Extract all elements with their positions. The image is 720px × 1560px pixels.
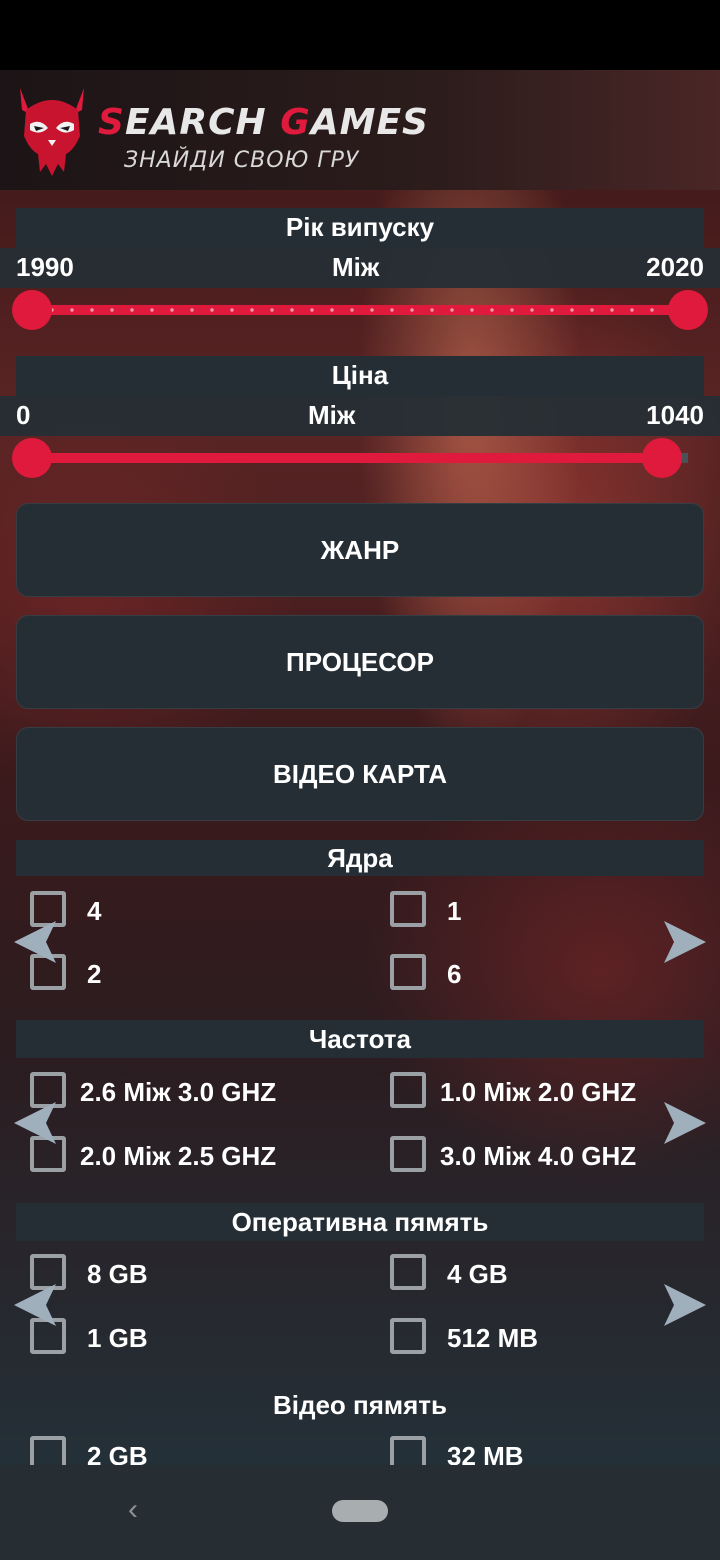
ram-next-chevron-right-icon[interactable] [660,1280,710,1330]
logo-letter-g: G [280,102,311,143]
home-pill-icon[interactable] [332,1500,388,1522]
frequency-checkbox-4[interactable] [390,1136,426,1172]
frequency-next-chevron-right-icon[interactable] [660,1098,710,1148]
frequency-label-3: 2.0 Між 2.5 GHZ [80,1141,277,1171]
logo-word-ames: AMES [310,102,429,143]
cores-prev-chevron-left-icon[interactable] [10,917,60,967]
cores-label-6: 6 [447,959,462,989]
year-slider-ticks [22,308,698,312]
price-slider-track[interactable] [32,453,662,463]
price-min-label: 0 [16,400,31,430]
app-header: SEARCH GAMES ЗНАЙДИ СВОЮ ГРУ [0,70,720,190]
app-logo-title: SEARCH GAMES [98,102,429,143]
price-between-label: Між [308,400,356,430]
ram-label-4gb: 4 GB [447,1259,508,1289]
app-screen: SEARCH GAMES ЗНАЙДИ СВОЮ ГРУ Рік випуску… [0,70,720,1465]
price-max-thumb[interactable] [642,438,682,478]
year-max-label: 2020 [646,252,704,282]
cores-checkbox-6[interactable] [390,954,426,990]
price-max-label: 1040 [646,400,704,430]
cores-label-4: 4 [87,896,102,926]
app-logo-subtitle: ЗНАЙДИ СВОЮ ГРУ [124,148,360,173]
vram-title: Відео пямять [272,1390,448,1420]
price-filter-title: Ціна [16,356,704,396]
back-icon[interactable]: ‹ [128,1493,138,1527]
year-max-thumb[interactable] [668,290,708,330]
skull-logo-icon [20,88,84,176]
ram-label-8gb: 8 GB [87,1259,148,1289]
logo-word-earch: EARCH [124,102,281,143]
ram-label-1gb: 1 GB [87,1323,148,1353]
processor-button[interactable]: ПРОЦЕСОР [16,615,704,709]
frequency-checkbox-2[interactable] [390,1072,426,1108]
year-filter-title: Рік випуску [16,208,704,248]
vram-checkbox-32mb[interactable] [390,1436,426,1465]
frequency-label-1: 2.6 Між 3.0 GHZ [80,1077,277,1107]
frequency-label-2: 1.0 Між 2.0 GHZ [440,1077,637,1107]
cores-label-2: 2 [87,959,102,989]
price-min-thumb[interactable] [12,438,52,478]
ram-checkbox-4gb[interactable] [390,1254,426,1290]
frequency-title: Частота [16,1020,704,1058]
frequency-label-4: 3.0 Між 4.0 GHZ [440,1141,637,1171]
frequency-prev-chevron-left-icon[interactable] [10,1098,60,1148]
cores-next-chevron-right-icon[interactable] [660,917,710,967]
cores-title: Ядра [16,840,704,876]
genre-button[interactable]: ЖАНР [16,503,704,597]
year-between-label: Між [332,252,380,282]
ram-prev-chevron-left-icon[interactable] [10,1280,60,1330]
ram-checkbox-512mb[interactable] [390,1318,426,1354]
logo-letter-s: S [98,102,125,143]
vram-label-32mb: 32 MB [447,1441,524,1465]
cores-label-1: 1 [447,896,462,926]
year-range-labels: 1990 Між 2020 [0,248,720,288]
vram-label-2gb: 2 GB [87,1441,148,1465]
video-card-button[interactable]: ВІДЕО КАРТА [16,727,704,821]
vram-checkbox-2gb[interactable] [30,1436,66,1465]
price-range-labels: 0 Між 1040 [0,396,720,436]
status-bar [0,0,720,70]
year-min-label: 1990 [16,252,74,282]
year-min-thumb[interactable] [12,290,52,330]
ram-label-512mb: 512 MB [447,1323,539,1353]
ram-title: Оперативна пямять [16,1203,704,1241]
system-nav-bar: ‹ [0,1465,720,1560]
cores-checkbox-1[interactable] [390,891,426,927]
